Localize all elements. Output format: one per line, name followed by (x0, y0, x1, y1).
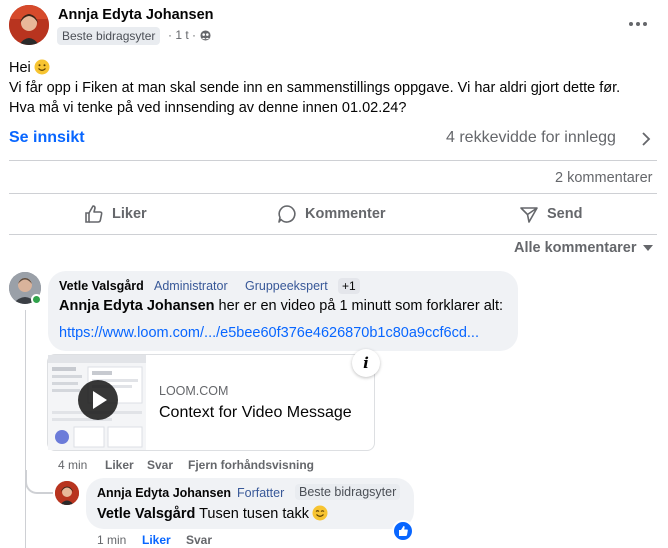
mention-link[interactable]: Vetle Valsgård (97, 506, 195, 522)
send-button-label: Send (547, 206, 583, 222)
smiley-emoji-icon (34, 59, 50, 75)
remove-preview-button[interactable]: Fjern forhåndsvisning (188, 458, 314, 472)
admin-role-badge[interactable]: Administrator (154, 279, 228, 293)
post-author-name[interactable]: Annja Edyta Johansen (58, 7, 214, 23)
like-reaction-icon[interactable] (392, 520, 414, 542)
comment-reply-button[interactable]: Svar (147, 458, 173, 472)
comment-sort-dropdown[interactable]: Alle kommentarer (514, 240, 653, 256)
see-insights-link[interactable]: Se innsikt (9, 129, 85, 147)
comment-bubble-icon (278, 205, 296, 223)
reply-author-avatar[interactable] (55, 481, 79, 505)
send-icon (520, 207, 538, 223)
post-greeting: Hei (9, 60, 31, 76)
reply-text-body: Tusen tusen takk (195, 506, 309, 522)
author-role-badge[interactable]: Forfatter (237, 486, 284, 500)
play-icon (93, 391, 107, 409)
comment-button-label: Kommenter (305, 206, 386, 222)
group-expert-badge[interactable]: Gruppeekspert (245, 279, 328, 293)
reply-like-button[interactable]: Liker (142, 533, 171, 547)
more-options-icon[interactable] (628, 21, 648, 27)
info-icon[interactable]: i (352, 349, 380, 377)
post-reach[interactable]: 4 rekkevidde for innlegg (446, 129, 616, 147)
reply-timestamp[interactable]: 1 min (97, 533, 126, 547)
reply-text: Vetle Valsgård Tusen tusen takk (97, 505, 328, 522)
divider (9, 193, 657, 194)
top-contributor-badge[interactable]: Beste bidragsyter (57, 27, 161, 45)
comment-text-body: her er en video på 1 minutt som forklare… (214, 298, 504, 314)
play-video-button[interactable] (78, 380, 118, 420)
reply-author-name[interactable]: Annja Edyta Johansen (97, 486, 231, 500)
post-author-avatar[interactable] (9, 5, 49, 45)
like-button-label: Liker (112, 206, 147, 222)
more-badges-count[interactable]: +1 (338, 278, 360, 294)
thread-line (25, 310, 26, 548)
mention-link[interactable]: Annja Edyta Johansen (59, 298, 215, 314)
comment-author-name[interactable]: Vetle Valsgård (59, 279, 144, 293)
online-status-indicator (31, 294, 42, 305)
comment-sort-label: Alle kommentarer (514, 240, 637, 256)
like-button[interactable]: Liker (84, 200, 147, 228)
comment-timestamp[interactable]: 4 min (58, 458, 87, 472)
post-body: Hei Vi får opp i Fiken at man skal sende… (9, 58, 659, 118)
comment-text: Annja Edyta Johansen her er en video på … (59, 298, 503, 314)
preview-domain: LOOM.COM (159, 384, 229, 398)
privacy-group-icon (200, 30, 211, 41)
divider (9, 160, 657, 161)
preview-title[interactable]: Context for Video Message (159, 404, 352, 422)
comment-url-link[interactable]: https://www.loom.com/.../e5bee60f376e462… (59, 325, 479, 341)
comment-count[interactable]: 2 kommentarer (555, 170, 653, 186)
caret-down-icon (642, 245, 653, 251)
chevron-right-icon[interactable] (640, 131, 652, 147)
post-text-line: Vi får opp i Fiken at man skal sende inn… (9, 80, 621, 96)
reply-reply-button[interactable]: Svar (186, 533, 212, 547)
post-timestamp[interactable]: · 1 t · (168, 28, 196, 42)
comment-button[interactable]: Kommenter (277, 200, 386, 228)
thumbs-up-icon (85, 205, 103, 223)
smiley-emoji-icon (312, 505, 328, 521)
reply-connector (25, 470, 53, 494)
divider (9, 234, 657, 235)
comment-like-button[interactable]: Liker (105, 458, 134, 472)
top-contributor-badge[interactable]: Beste bidragsyter (295, 484, 401, 500)
post-text-line: Hva må vi tenke på ved innsending av den… (9, 100, 407, 116)
send-button[interactable]: Send (519, 200, 582, 228)
